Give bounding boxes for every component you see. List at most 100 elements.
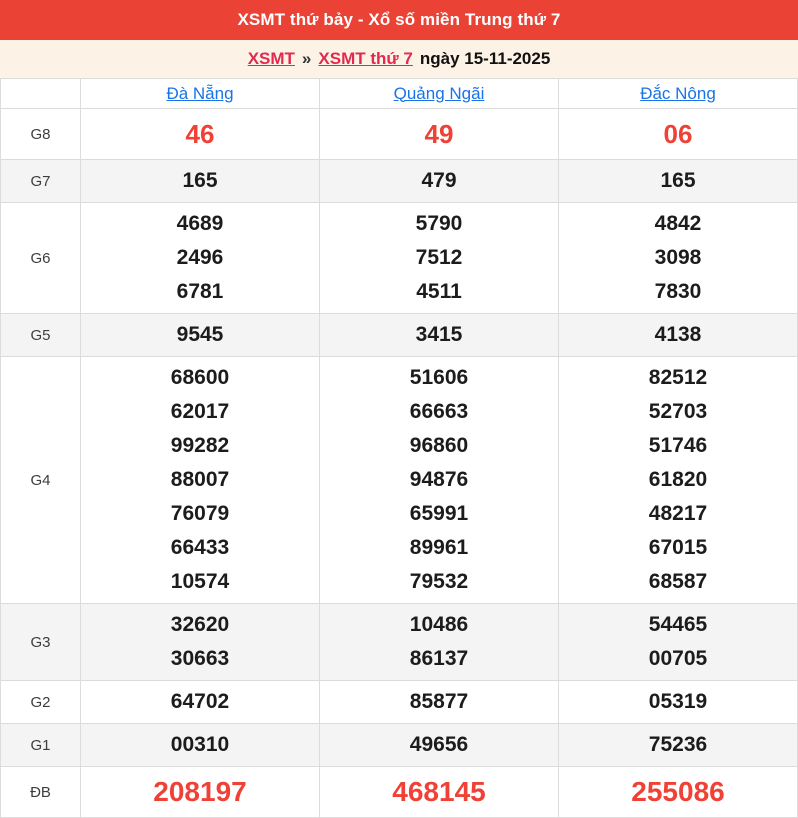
prize-cell: 4138 bbox=[559, 314, 798, 357]
page-title: XSMT thứ bảy - Xổ số miền Trung thứ 7 bbox=[237, 10, 560, 30]
prize-number: 89961 bbox=[320, 531, 558, 565]
breadcrumb-link-xsmt-thu-7[interactable]: XSMT thứ 7 bbox=[318, 49, 412, 69]
prize-number: 67015 bbox=[559, 531, 797, 565]
prize-number: 96860 bbox=[320, 429, 558, 463]
prize-number: 32620 bbox=[81, 608, 319, 642]
prize-number: 85877 bbox=[320, 685, 558, 719]
prize-number: 7512 bbox=[320, 241, 558, 275]
prize-number: 2496 bbox=[81, 241, 319, 275]
province-link-quang-ngai[interactable]: Quảng Ngãi bbox=[394, 84, 485, 103]
prize-cell: 05319 bbox=[559, 681, 798, 724]
prize-number: 86137 bbox=[320, 642, 558, 676]
prize-row: G2647028587705319 bbox=[1, 681, 798, 724]
prize-number: 54465 bbox=[559, 608, 797, 642]
prize-row: G8464906 bbox=[1, 109, 798, 160]
prize-number: 468145 bbox=[320, 771, 558, 813]
prize-cell: 51606666639686094876659918996179532 bbox=[320, 357, 559, 604]
header-empty-cell bbox=[1, 79, 81, 109]
prize-number: 68587 bbox=[559, 565, 797, 599]
prize-row: ĐB208197468145255086 bbox=[1, 767, 798, 818]
prize-number: 05319 bbox=[559, 685, 797, 719]
breadcrumb-link-xsmt[interactable]: XSMT bbox=[248, 49, 295, 69]
prize-cell: 64702 bbox=[81, 681, 320, 724]
prize-number: 79532 bbox=[320, 565, 558, 599]
prize-number: 208197 bbox=[81, 771, 319, 813]
province-link-da-nang[interactable]: Đà Nẵng bbox=[166, 84, 233, 103]
province-link-dac-nong[interactable]: Đắc Nông bbox=[640, 84, 716, 103]
prize-row-label: G4 bbox=[1, 357, 81, 604]
prize-number: 7830 bbox=[559, 275, 797, 309]
results-body: G8464906G7165479165G64689249667815790751… bbox=[1, 109, 798, 818]
prize-number: 4842 bbox=[559, 207, 797, 241]
prize-number: 62017 bbox=[81, 395, 319, 429]
prize-cell: 468924966781 bbox=[81, 203, 320, 314]
prize-number: 5790 bbox=[320, 207, 558, 241]
prize-cell: 165 bbox=[81, 160, 320, 203]
prize-cell: 85877 bbox=[320, 681, 559, 724]
prize-number: 4511 bbox=[320, 275, 558, 309]
prize-number: 61820 bbox=[559, 463, 797, 497]
prize-number: 66663 bbox=[320, 395, 558, 429]
prize-cell: 75236 bbox=[559, 724, 798, 767]
breadcrumb: XSMT » XSMT thứ 7 ngày 15-11-2025 bbox=[0, 40, 798, 78]
prize-number: 479 bbox=[320, 164, 558, 198]
prize-number: 49656 bbox=[320, 728, 558, 762]
prize-number: 46 bbox=[81, 113, 319, 155]
prize-cell: 5446500705 bbox=[559, 604, 798, 681]
prize-row: G3326203066310486861375446500705 bbox=[1, 604, 798, 681]
prize-number: 9545 bbox=[81, 318, 319, 352]
breadcrumb-separator: » bbox=[302, 49, 311, 69]
prize-number: 165 bbox=[559, 164, 797, 198]
prize-number: 4689 bbox=[81, 207, 319, 241]
prize-row: G6468924966781579075124511484230987830 bbox=[1, 203, 798, 314]
prize-row: G7165479165 bbox=[1, 160, 798, 203]
prize-row-label: G7 bbox=[1, 160, 81, 203]
prize-number: 10486 bbox=[320, 608, 558, 642]
prize-cell: 208197 bbox=[81, 767, 320, 818]
prize-number: 99282 bbox=[81, 429, 319, 463]
prize-cell: 165 bbox=[559, 160, 798, 203]
prize-row-label: G3 bbox=[1, 604, 81, 681]
prize-cell: 479 bbox=[320, 160, 559, 203]
prize-cell: 9545 bbox=[81, 314, 320, 357]
prize-number: 68600 bbox=[81, 361, 319, 395]
prize-number: 51606 bbox=[320, 361, 558, 395]
prize-cell: 3262030663 bbox=[81, 604, 320, 681]
results-header-row: Đà Nẵng Quảng Ngãi Đắc Nông bbox=[1, 79, 798, 109]
prize-number: 6781 bbox=[81, 275, 319, 309]
prize-number: 3098 bbox=[559, 241, 797, 275]
prize-number: 06 bbox=[559, 113, 797, 155]
prize-number: 76079 bbox=[81, 497, 319, 531]
page-title-bar: XSMT thứ bảy - Xổ số miền Trung thứ 7 bbox=[0, 0, 798, 40]
prize-number: 30663 bbox=[81, 642, 319, 676]
prize-number: 51746 bbox=[559, 429, 797, 463]
prize-cell: 68600620179928288007760796643310574 bbox=[81, 357, 320, 604]
prize-cell: 579075124511 bbox=[320, 203, 559, 314]
prize-cell: 484230987830 bbox=[559, 203, 798, 314]
prize-row: G468600620179928288007760796643310574516… bbox=[1, 357, 798, 604]
prize-cell: 3415 bbox=[320, 314, 559, 357]
prize-cell: 468145 bbox=[320, 767, 559, 818]
prize-row-label: ĐB bbox=[1, 767, 81, 818]
prize-number: 49 bbox=[320, 113, 558, 155]
prize-row: G5954534154138 bbox=[1, 314, 798, 357]
prize-number: 75236 bbox=[559, 728, 797, 762]
prize-number: 66433 bbox=[81, 531, 319, 565]
breadcrumb-date: ngày 15-11-2025 bbox=[420, 49, 550, 69]
prize-number: 64702 bbox=[81, 685, 319, 719]
prize-cell: 46 bbox=[81, 109, 320, 160]
prize-number: 255086 bbox=[559, 771, 797, 813]
prize-number: 82512 bbox=[559, 361, 797, 395]
prize-row-label: G8 bbox=[1, 109, 81, 160]
prize-row-label: G1 bbox=[1, 724, 81, 767]
prize-number: 10574 bbox=[81, 565, 319, 599]
header-province-quang-ngai: Quảng Ngãi bbox=[320, 79, 559, 109]
prize-number: 165 bbox=[81, 164, 319, 198]
prize-row-label: G2 bbox=[1, 681, 81, 724]
prize-number: 52703 bbox=[559, 395, 797, 429]
prize-number: 3415 bbox=[320, 318, 558, 352]
prize-number: 94876 bbox=[320, 463, 558, 497]
prize-number: 65991 bbox=[320, 497, 558, 531]
prize-cell: 06 bbox=[559, 109, 798, 160]
prize-row-label: G5 bbox=[1, 314, 81, 357]
